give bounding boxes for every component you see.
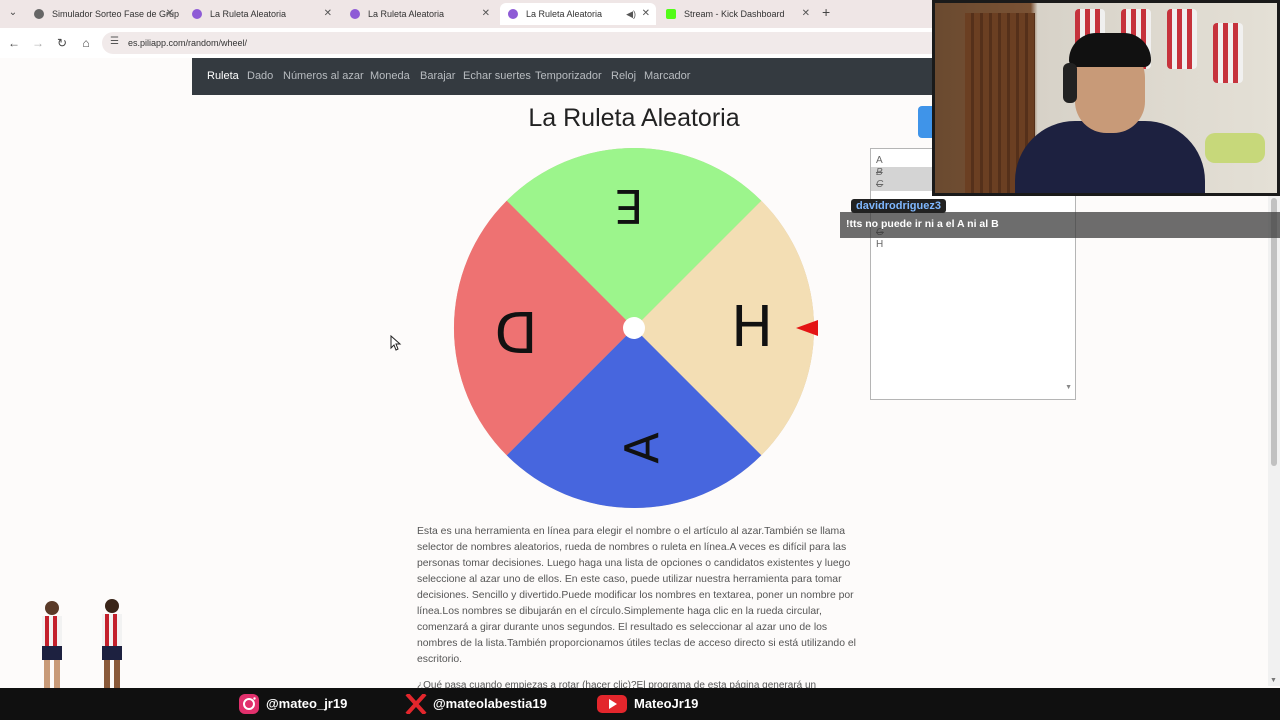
new-tab-icon[interactable]: + xyxy=(822,4,830,20)
nav-moneda[interactable]: Moneda xyxy=(370,70,410,82)
x-icon xyxy=(405,694,427,714)
nav-numeros-al-azar[interactable]: Números al azar xyxy=(283,70,364,82)
wheel-pointer-icon xyxy=(796,320,818,336)
tab-title: Simulador Sorteo Fase de Grup xyxy=(52,9,180,19)
resize-handle-icon[interactable]: ▼ xyxy=(1065,384,1072,391)
nav-reloj[interactable]: Reloj xyxy=(611,70,636,82)
tab-kick-dashboard[interactable]: Stream - Kick Dashboard ✕ xyxy=(658,3,816,25)
piliapp-icon xyxy=(192,9,202,19)
page-title: La Ruleta Aleatoria xyxy=(528,104,740,132)
nav-ruleta[interactable]: Ruleta xyxy=(207,70,239,82)
instagram-handle: @mateo_jr19 xyxy=(266,696,348,711)
tab-title: La Ruleta Aleatoria xyxy=(526,9,603,19)
close-tab-icon[interactable]: ✕ xyxy=(642,3,650,25)
tab-title: La Ruleta Aleatoria xyxy=(210,9,287,19)
nav-echar-suertes[interactable]: Echar suertes xyxy=(463,70,531,82)
scroll-down-icon[interactable]: ▼ xyxy=(1270,677,1277,684)
x-handle: @mateolabestia19 xyxy=(433,696,547,711)
address-bar[interactable]: ☰ es.piliapp.com/random/wheel/ xyxy=(102,32,942,54)
wheel-center xyxy=(623,317,645,339)
kick-icon xyxy=(666,9,676,19)
page-scrollbar[interactable]: ▼ xyxy=(1268,196,1280,686)
social-footer: @mateo_jr19 @mateolabestia19 MateoJr19 xyxy=(0,688,1280,720)
close-tab-icon[interactable]: ✕ xyxy=(166,3,174,25)
webcam-overlay xyxy=(932,0,1280,196)
spin-wheel[interactable]: E H A D xyxy=(452,146,816,510)
scrollbar-thumb[interactable] xyxy=(1271,198,1277,466)
reload-icon[interactable]: ↻ xyxy=(54,35,70,51)
tab-ruleta-2[interactable]: La Ruleta Aleatoria ✕ xyxy=(342,3,496,25)
back-icon[interactable]: ← xyxy=(6,35,22,51)
nav-marcador[interactable]: Marcador xyxy=(644,70,690,82)
close-tab-icon[interactable]: ✕ xyxy=(324,3,332,25)
url-text: es.piliapp.com/random/wheel/ xyxy=(128,38,248,48)
site-navbar: Ruleta Dado Números al azar Moneda Baraj… xyxy=(192,58,952,95)
mouse-cursor-icon xyxy=(390,335,402,351)
chat-username: davidrodriguez3 xyxy=(851,199,946,213)
textarea-line: H xyxy=(876,239,884,250)
wheel-label-a: A xyxy=(615,432,669,464)
tab-title: Stream - Kick Dashboard xyxy=(684,9,785,19)
headset-icon xyxy=(1063,63,1077,103)
tab-search-icon[interactable]: ⌄ xyxy=(6,6,20,20)
nav-dado[interactable]: Dado xyxy=(247,70,273,82)
home-icon[interactable]: ⌂ xyxy=(78,35,94,51)
youtube-handle: MateoJr19 xyxy=(634,696,699,711)
tab-ruleta-1[interactable]: La Ruleta Aleatoria ✕ xyxy=(184,3,338,25)
tab-ruleta-active[interactable]: La Ruleta Aleatoria ◀) ✕ xyxy=(500,3,656,25)
textarea-line: B xyxy=(876,167,883,178)
description-text: Esta es una herramienta en línea para el… xyxy=(417,526,856,665)
textarea-line: A xyxy=(876,155,883,166)
piliapp-icon xyxy=(350,9,360,19)
forward-icon[interactable]: → xyxy=(30,35,46,51)
tab-title: La Ruleta Aleatoria xyxy=(368,9,445,19)
description-text-2: ¿Qué pasa cuando empiezas a rotar (hacer… xyxy=(417,680,817,688)
tab-simulador[interactable]: Simulador Sorteo Fase de Grup ✕ xyxy=(26,3,180,25)
chat-message: !tts no puede ir ni a el A ni al B xyxy=(846,218,999,230)
close-tab-icon[interactable]: ✕ xyxy=(482,3,490,25)
wheel-label-d: D xyxy=(494,298,537,363)
wheel-label-h: H xyxy=(731,295,773,360)
close-tab-icon[interactable]: ✕ xyxy=(802,3,810,25)
site-info-icon[interactable]: ☰ xyxy=(110,36,119,47)
speaker-icon[interactable]: ◀) xyxy=(626,3,636,25)
wheel-label-e: E xyxy=(614,179,643,233)
youtube-icon xyxy=(597,695,627,713)
nav-barajar[interactable]: Barajar xyxy=(420,70,455,82)
textarea-line: C xyxy=(876,179,884,190)
globe-icon xyxy=(34,9,44,19)
nav-temporizador[interactable]: Temporizador xyxy=(535,70,602,82)
instagram-icon xyxy=(239,694,259,714)
piliapp-icon xyxy=(508,9,518,19)
